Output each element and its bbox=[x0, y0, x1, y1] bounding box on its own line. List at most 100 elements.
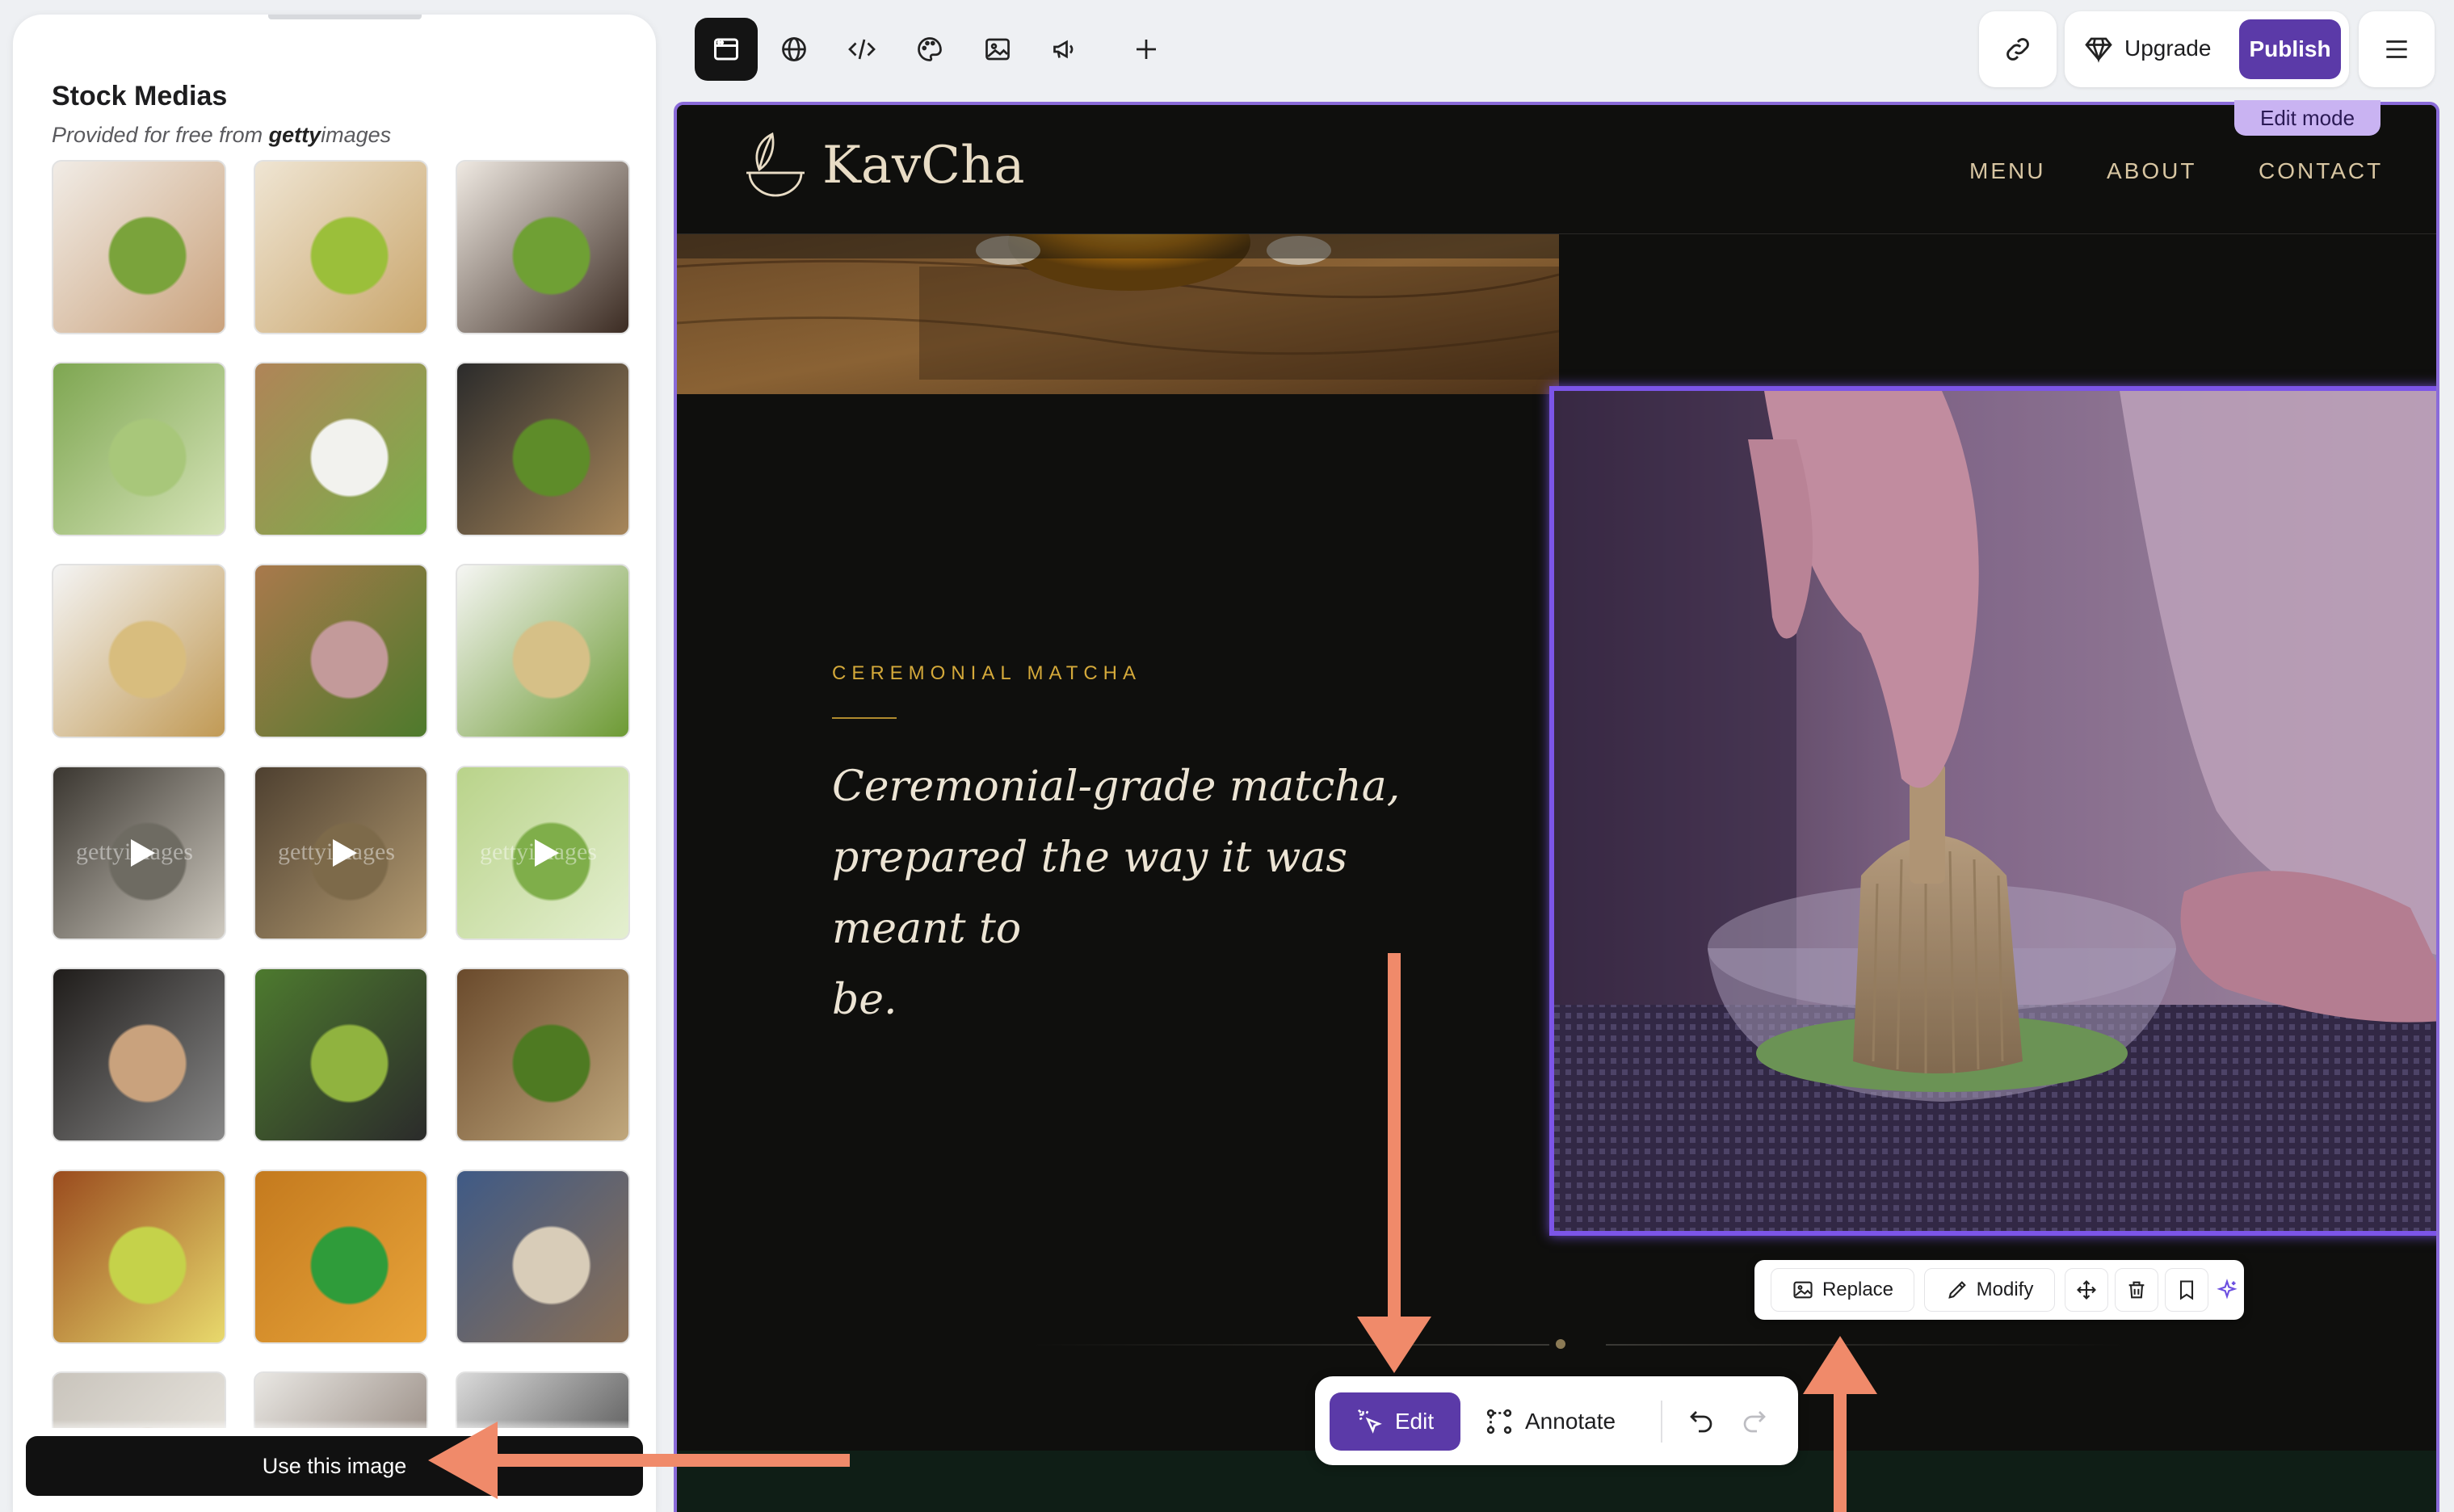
headline-line-3: be. bbox=[832, 976, 897, 1024]
getty-brand-bold: getty bbox=[268, 123, 321, 147]
annotate-button[interactable]: Annotate bbox=[1485, 1392, 1616, 1451]
stock-thumbnail[interactable] bbox=[52, 564, 226, 738]
edit-mode-badge: Edit mode bbox=[2234, 100, 2381, 136]
whisking-photo bbox=[1554, 391, 2436, 1231]
megaphone-tool-button[interactable] bbox=[1034, 18, 1097, 81]
stock-thumbnail[interactable] bbox=[52, 968, 226, 1142]
eyebrow-divider bbox=[832, 717, 897, 719]
bookmark-icon bbox=[2179, 1280, 2194, 1300]
image-tool-button[interactable] bbox=[966, 18, 1029, 81]
undo-icon bbox=[1690, 1411, 1712, 1433]
globe-icon bbox=[782, 37, 806, 61]
stock-thumbnail[interactable] bbox=[456, 362, 630, 536]
diamond-icon bbox=[2085, 37, 2112, 63]
image-toolbar: Replace Modify bbox=[1754, 1260, 2244, 1320]
panel-subtitle: Provided for free from gettyimages bbox=[52, 123, 391, 148]
pencil-icon bbox=[1948, 1281, 1966, 1299]
logo-text: KavCha bbox=[822, 136, 1025, 195]
hero-tea-tray-image[interactable] bbox=[677, 234, 1559, 394]
replace-label: Replace bbox=[1822, 1279, 1894, 1300]
stock-thumbnail[interactable] bbox=[456, 968, 630, 1142]
section-divider-right bbox=[1606, 1344, 2123, 1346]
globe-tool-button[interactable] bbox=[763, 18, 826, 81]
hamburger-icon bbox=[2386, 40, 2407, 58]
redo-icon bbox=[1743, 1411, 1766, 1433]
code-tool-button[interactable] bbox=[830, 18, 893, 81]
action-bar-separator bbox=[1661, 1401, 1662, 1443]
play-icon bbox=[131, 839, 155, 867]
stock-thumbnail[interactable]: gettyimages bbox=[456, 766, 630, 940]
play-icon bbox=[333, 839, 357, 867]
site-header: KavCha MENU ABOUT CONTACT bbox=[677, 105, 2436, 234]
delete-button[interactable] bbox=[2115, 1268, 2158, 1312]
stock-thumbnail[interactable] bbox=[456, 160, 630, 334]
menu-button[interactable] bbox=[2359, 11, 2435, 87]
stock-thumbnail[interactable]: gettyimages bbox=[254, 766, 428, 940]
headline-line-1: Ceremonial-grade matcha, bbox=[832, 762, 1401, 811]
image-icon bbox=[985, 38, 1010, 61]
headline-line-2: prepared the way it was meant to bbox=[832, 834, 1348, 953]
link-icon bbox=[2006, 38, 2029, 61]
stock-thumbnail[interactable] bbox=[254, 160, 428, 334]
modify-label: Modify bbox=[1976, 1279, 2034, 1300]
stock-thumbnail[interactable] bbox=[52, 362, 226, 536]
edit-label: Edit bbox=[1394, 1409, 1435, 1434]
move-icon bbox=[2077, 1280, 2096, 1300]
use-this-image-button[interactable]: Use this image bbox=[26, 1436, 643, 1496]
section-eyebrow: CEREMONIAL MATCHA bbox=[832, 662, 1142, 684]
edit-button[interactable]: Edit bbox=[1330, 1392, 1460, 1451]
stock-thumbnail[interactable] bbox=[254, 1170, 428, 1344]
section-divider-dot bbox=[1556, 1339, 1565, 1349]
nav-about[interactable]: ABOUT bbox=[2107, 158, 2196, 184]
upgrade-label: Upgrade bbox=[2124, 36, 2212, 61]
move-button[interactable] bbox=[2065, 1268, 2108, 1312]
megaphone-icon bbox=[1053, 40, 1074, 59]
stock-media-panel: Stock Medias Provided for free from gett… bbox=[13, 15, 656, 1512]
layout-tool-button[interactable] bbox=[695, 18, 758, 81]
annotate-nodes-icon bbox=[1486, 1409, 1512, 1434]
layout-icon bbox=[714, 38, 738, 61]
stock-thumbnail[interactable] bbox=[456, 1170, 630, 1344]
play-icon bbox=[535, 839, 559, 867]
magic-cursor-icon bbox=[1357, 1409, 1382, 1434]
stock-thumbnail[interactable] bbox=[254, 564, 428, 738]
section-divider-left bbox=[1032, 1344, 1549, 1346]
palette-tool-button[interactable] bbox=[898, 18, 961, 81]
stock-thumbnail[interactable] bbox=[52, 160, 226, 334]
nav-menu[interactable]: MENU bbox=[1969, 158, 2045, 184]
upgrade-button[interactable]: Upgrade bbox=[2084, 34, 2211, 63]
code-icon bbox=[848, 39, 876, 60]
modify-button[interactable]: Modify bbox=[1924, 1268, 2055, 1312]
image-replace-icon bbox=[1793, 1281, 1813, 1299]
trash-icon bbox=[2128, 1281, 2145, 1299]
link-button[interactable] bbox=[1979, 11, 2057, 87]
publish-button[interactable]: Publish bbox=[2239, 19, 2341, 79]
stock-thumbnail[interactable]: gettyimages bbox=[52, 766, 226, 940]
add-tool-button[interactable] bbox=[1115, 18, 1178, 81]
stock-thumbnail[interactable] bbox=[456, 564, 630, 738]
stock-thumbnail[interactable] bbox=[254, 362, 428, 536]
replace-button[interactable]: Replace bbox=[1771, 1268, 1914, 1312]
subtitle-prefix: Provided for free from bbox=[52, 123, 269, 147]
selected-matcha-photo[interactable] bbox=[1549, 386, 2436, 1236]
redo-button[interactable] bbox=[1732, 1399, 1777, 1444]
ai-sparkle-button[interactable] bbox=[2215, 1268, 2239, 1312]
undo-button[interactable] bbox=[1679, 1399, 1724, 1444]
edit-action-bar: Edit Annotate bbox=[1315, 1376, 1798, 1465]
nav-contact[interactable]: CONTACT bbox=[2259, 158, 2383, 184]
palette-icon bbox=[918, 37, 942, 61]
tea-tray-photo bbox=[677, 234, 1559, 394]
panel-drag-handle[interactable] bbox=[268, 15, 422, 19]
getty-brand-rest: images bbox=[321, 123, 392, 147]
site-logo[interactable]: KavCha bbox=[737, 131, 1024, 200]
section-headline: Ceremonial-grade matcha, prepared the wa… bbox=[832, 751, 1446, 1035]
sparkle-icon bbox=[2217, 1279, 2238, 1300]
stock-thumbnail[interactable] bbox=[254, 968, 428, 1142]
annotate-label: Annotate bbox=[1525, 1409, 1616, 1434]
tea-leaf-icon bbox=[746, 132, 805, 197]
panel-fade bbox=[13, 1420, 656, 1436]
stock-thumbnail[interactable] bbox=[52, 1170, 226, 1344]
plus-icon bbox=[1137, 40, 1156, 59]
bookmark-button[interactable] bbox=[2165, 1268, 2208, 1312]
stock-media-grid: gettyimages gettyimages gettyimages bbox=[52, 160, 630, 1428]
